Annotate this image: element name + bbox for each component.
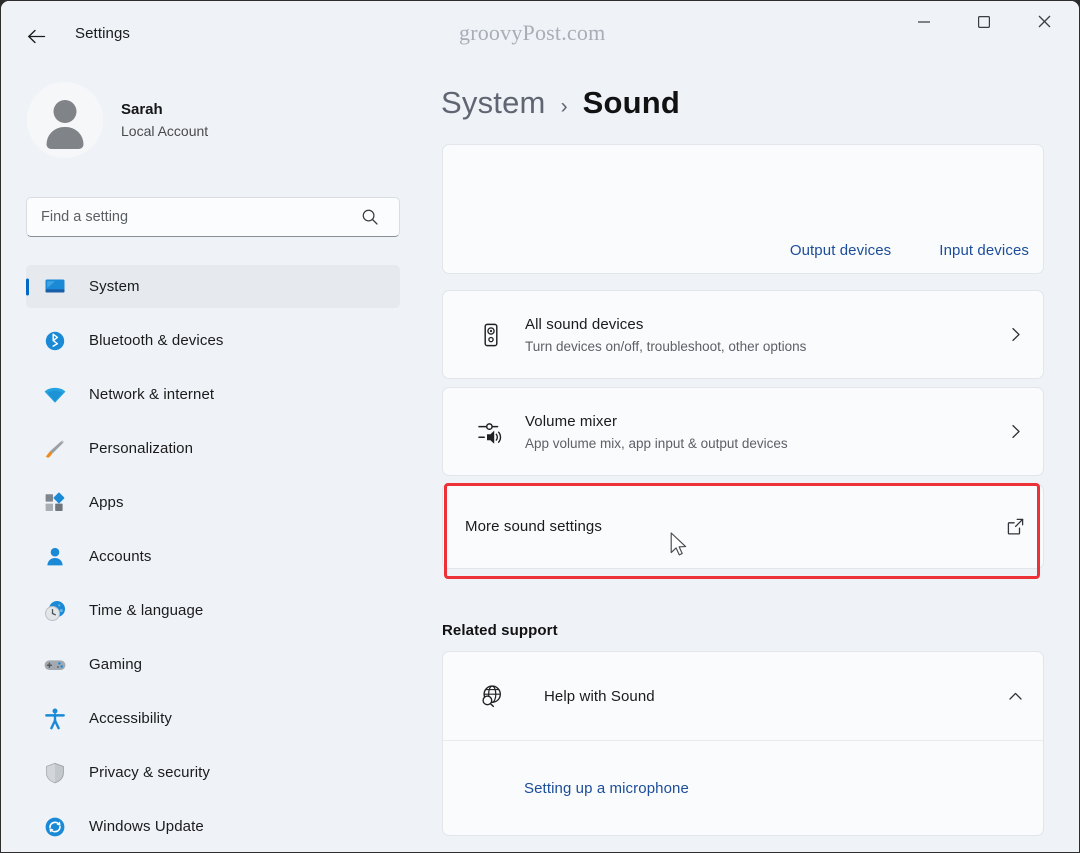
device-links: Output devices Input devices <box>742 242 1029 259</box>
shield-icon <box>40 761 70 785</box>
help-with-sound-card: Help with Sound Setting up a microphone <box>442 651 1044 836</box>
close-button[interactable] <box>1021 1 1067 47</box>
output-devices-card: Output devices Input devices <box>442 144 1044 274</box>
breadcrumb-separator-icon: › <box>560 95 568 118</box>
sidebar-item-apps[interactable]: Apps <box>26 481 400 524</box>
speaker-icon <box>460 321 522 349</box>
refresh-icon <box>40 815 70 839</box>
minimize-icon <box>917 15 931 34</box>
external-link-icon[interactable] <box>987 517 1043 536</box>
help-with-sound-title: Help with Sound <box>544 687 655 705</box>
all-sound-devices-text: All sound devices Turn devices on/off, t… <box>525 314 987 356</box>
sidebar-item-network-internet[interactable]: Network & internet <box>26 373 400 416</box>
settings-window: Settings groovyPost.com Sarah Local Acco… <box>0 0 1080 853</box>
apps-grid-icon <box>40 491 70 515</box>
account-name: Sarah <box>121 100 163 118</box>
row-title: More sound settings <box>465 518 602 535</box>
sidebar-item-label: Privacy & security <box>89 764 210 781</box>
sidebar-item-gaming[interactable]: Gaming <box>26 643 400 686</box>
row-subtitle: App volume mix, app input & output devic… <box>525 435 788 451</box>
content-pane: System › Sound Output devices Input devi… <box>425 69 1079 852</box>
more-sound-settings-text: More sound settings <box>465 516 987 537</box>
app-title: Settings <box>75 25 130 42</box>
sidebar-item-privacy-security[interactable]: Privacy & security <box>26 751 400 794</box>
output-devices-link[interactable]: Output devices <box>790 242 891 259</box>
related-support-heading: Related support <box>442 622 558 639</box>
accessibility-icon <box>40 707 70 731</box>
user-avatar-icon <box>27 82 103 158</box>
volume-mixer-icon <box>460 418 522 446</box>
title-bar: Settings groovyPost.com <box>1 1 1079 69</box>
minimize-button[interactable] <box>901 1 947 47</box>
wifi-icon <box>40 383 70 407</box>
sidebar-item-label: Gaming <box>89 656 143 673</box>
sidebar-item-system[interactable]: System <box>26 265 400 308</box>
back-arrow-icon <box>26 26 47 47</box>
globe-search-icon <box>460 682 522 710</box>
account-text: Sarah Local Account <box>121 100 208 141</box>
back-button[interactable] <box>19 19 53 53</box>
sidebar-item-label: Time & language <box>89 602 204 619</box>
sidebar-item-label: Personalization <box>89 440 194 457</box>
sidebar-item-label: Accounts <box>89 548 152 565</box>
volume-mixer-row[interactable]: Volume mixer App volume mix, app input &… <box>442 387 1044 476</box>
input-devices-link[interactable]: Input devices <box>939 242 1029 259</box>
page-title: Sound <box>582 85 680 120</box>
breadcrumb: System › Sound <box>441 85 680 121</box>
close-icon <box>1037 14 1052 34</box>
watermark: groovyPost.com <box>459 20 606 45</box>
row-subtitle: Turn devices on/off, troubleshoot, other… <box>525 338 807 354</box>
nav-list: System Bluetooth & devices Network & int… <box>1 265 425 848</box>
sidebar-item-label: Bluetooth & devices <box>89 332 224 349</box>
sidebar-item-personalization[interactable]: Personalization <box>26 427 400 470</box>
volume-mixer-text: Volume mixer App volume mix, app input &… <box>525 411 987 453</box>
sidebar-item-label: Apps <box>89 494 124 511</box>
clock-globe-icon <box>40 599 70 623</box>
more-sound-settings-row[interactable]: More sound settings <box>442 484 1044 569</box>
chevron-right-icon[interactable] <box>987 423 1043 440</box>
row-title: Volume mixer <box>525 412 618 430</box>
sidebar-item-time-language[interactable]: Time & language <box>26 589 400 632</box>
search-icon <box>353 208 387 226</box>
sidebar-item-bluetooth-devices[interactable]: Bluetooth & devices <box>26 319 400 362</box>
sidebar-item-windows-update[interactable]: Windows Update <box>26 805 400 848</box>
all-sound-devices-row[interactable]: All sound devices Turn devices on/off, t… <box>442 290 1044 379</box>
help-link-setting-up-a-microphone[interactable]: Setting up a microphone <box>524 780 689 797</box>
search-input[interactable] <box>41 209 353 225</box>
help-with-sound-header[interactable]: Help with Sound <box>443 652 1043 741</box>
chevron-right-icon[interactable] <box>987 326 1043 343</box>
account-type: Local Account <box>121 122 209 139</box>
monitor-icon <box>40 275 70 299</box>
sidebar-item-label: Windows Update <box>89 818 204 835</box>
breadcrumb-parent[interactable]: System <box>441 85 546 121</box>
paintbrush-icon <box>40 437 70 461</box>
search-box[interactable] <box>26 197 400 237</box>
maximize-icon <box>977 15 991 34</box>
chevron-up-icon[interactable] <box>987 688 1043 705</box>
sidebar-item-accounts[interactable]: Accounts <box>26 535 400 578</box>
sidebar-item-label: Accessibility <box>89 710 172 727</box>
gamepad-icon <box>40 653 70 677</box>
account-block[interactable]: Sarah Local Account <box>27 82 387 158</box>
sidebar: Sarah Local Account Find a setting Syste… <box>1 69 425 852</box>
row-title: All sound devices <box>525 315 644 333</box>
sidebar-item-accessibility[interactable]: Accessibility <box>26 697 400 740</box>
sidebar-item-label: System <box>89 278 140 295</box>
bluetooth-icon <box>40 329 70 353</box>
maximize-button[interactable] <box>961 1 1007 47</box>
sidebar-item-label: Network & internet <box>89 386 215 403</box>
help-with-sound-body: Setting up a microphone <box>443 741 1043 836</box>
person-icon <box>40 545 70 569</box>
